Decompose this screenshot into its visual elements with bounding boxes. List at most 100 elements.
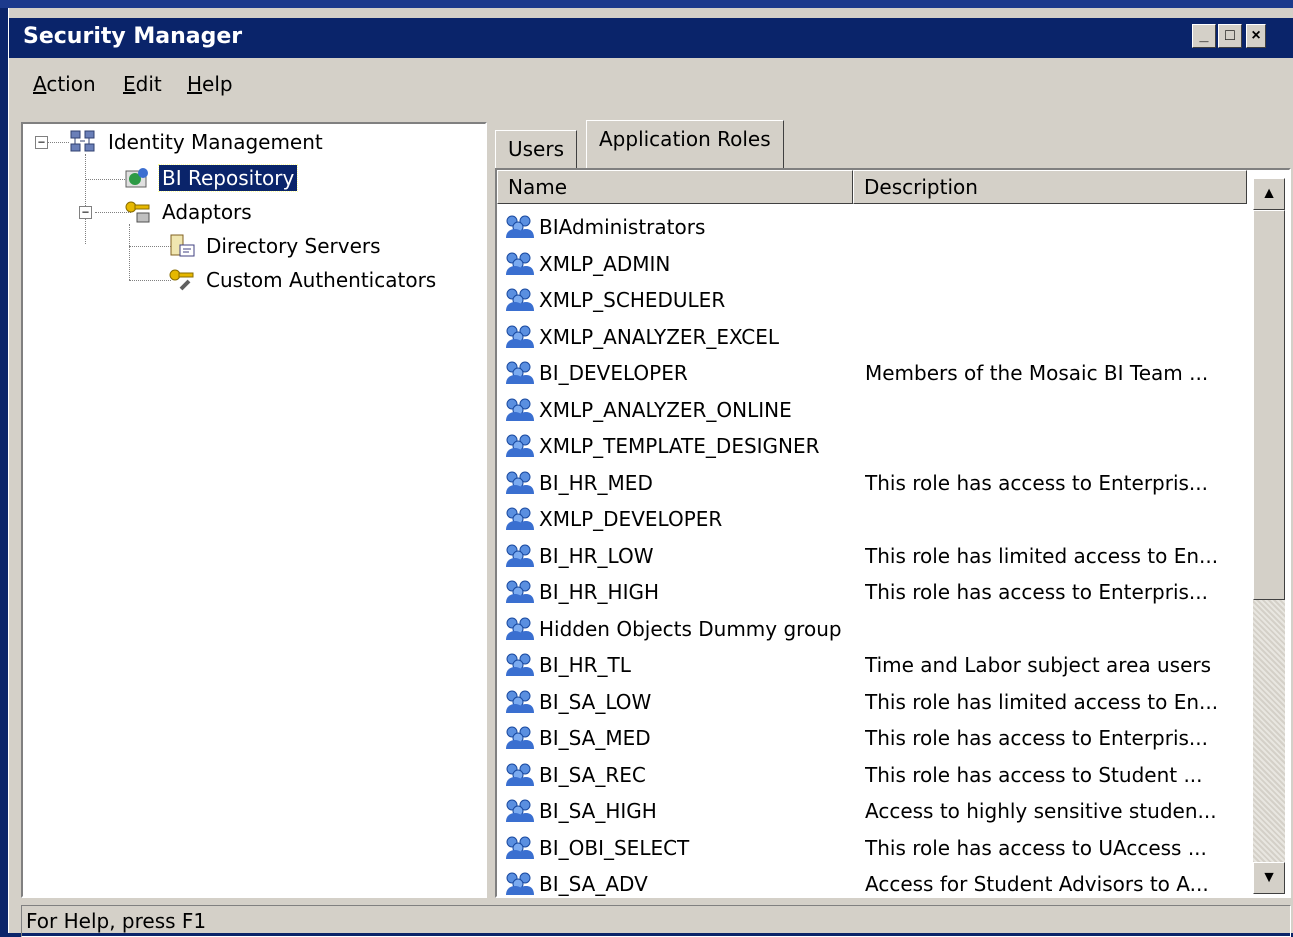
tab-label: Users xyxy=(508,137,565,161)
menu-edit-mnemonic: E xyxy=(123,72,136,96)
menu-bar: Action Edit Help xyxy=(9,60,1293,100)
tree-connector xyxy=(85,154,86,244)
application-role-icon xyxy=(503,505,535,536)
application-role-icon xyxy=(503,761,535,792)
close-icon: × xyxy=(1251,27,1261,44)
role-description: Time and Labor subject area users xyxy=(865,653,1212,677)
list-item[interactable]: BIAdministrators xyxy=(497,208,1249,244)
list-item[interactable]: BI_SA_ADV Access for Student Advisors to … xyxy=(497,865,1249,896)
role-name: BI_HR_LOW xyxy=(539,543,654,568)
role-name: BI_SA_HIGH xyxy=(539,799,657,823)
vertical-scrollbar[interactable]: ▲ ▼ xyxy=(1253,178,1285,894)
role-description: This role has limited access to En... xyxy=(865,543,1219,568)
title-bar[interactable]: Security Manager _ □ × xyxy=(9,18,1293,58)
tree-collapse-toggle-adaptors[interactable]: − xyxy=(79,206,92,219)
application-roles-list[interactable]: Name Description BIAdministrators XMLP_AD… xyxy=(495,168,1291,898)
role-description: This role has access to Student ... xyxy=(865,762,1203,787)
tree-node-directory-servers[interactable]: Directory Servers xyxy=(167,230,384,262)
tree-node-adaptors[interactable]: Adaptors xyxy=(123,196,255,228)
application-role-icon xyxy=(503,250,535,281)
application-role-icon xyxy=(503,724,535,755)
arrow-down-icon: ▼ xyxy=(1261,869,1277,886)
role-name: XMLP_SCHEDULER xyxy=(539,288,726,312)
list-item[interactable]: XMLP_DEVELOPER xyxy=(497,500,1249,536)
list-item[interactable]: XMLP_ADMIN xyxy=(497,245,1249,281)
application-role-icon xyxy=(503,432,535,463)
directory-server-icon xyxy=(167,233,197,259)
tree-collapse-toggle-identity[interactable]: − xyxy=(35,136,48,149)
menu-help-label: elp xyxy=(202,72,233,96)
application-role-icon xyxy=(503,797,535,828)
list-item[interactable]: XMLP_TEMPLATE_DESIGNER xyxy=(497,427,1249,463)
list-item[interactable]: BI_HR_HIGH This role has access to Enterp… xyxy=(497,573,1249,609)
close-button[interactable]: × xyxy=(1246,24,1266,48)
application-role-icon xyxy=(503,615,535,646)
role-description: This role has access to Enterpris... xyxy=(865,580,1209,604)
tree-node-custom-authenticators[interactable]: Custom Authenticators xyxy=(167,264,439,296)
menu-action-mnemonic: A xyxy=(33,72,47,96)
tree-connector xyxy=(129,224,130,280)
column-header-label: Description xyxy=(864,175,978,199)
tree-node-label: Custom Authenticators xyxy=(206,268,437,292)
tab-application-roles[interactable]: Application Roles xyxy=(586,120,784,170)
tab-users[interactable]: Users xyxy=(495,130,578,170)
tree-node-bi-repository[interactable]: BI Repository xyxy=(123,162,299,194)
scroll-down-button[interactable]: ▼ xyxy=(1253,862,1285,894)
key-wrench-icon xyxy=(167,267,197,293)
role-name: BI_SA_REC xyxy=(539,762,646,787)
role-name: BI_OBI_SELECT xyxy=(539,835,690,860)
column-header-name[interactable]: Name xyxy=(497,170,853,204)
list-item[interactable]: XMLP_ANALYZER_EXCEL xyxy=(497,318,1249,354)
application-role-icon xyxy=(503,213,535,244)
menu-help-mnemonic: H xyxy=(187,72,203,96)
application-role-icon xyxy=(503,870,535,896)
application-role-icon xyxy=(503,359,535,390)
menu-action-label: ction xyxy=(46,72,96,96)
role-description: This role has access to Enterpris... xyxy=(865,726,1209,750)
tree-node-label: Adaptors xyxy=(162,200,252,224)
list-item[interactable]: BI_SA_LOW This role has limited access to… xyxy=(497,683,1249,719)
role-name: XMLP_ADMIN xyxy=(539,251,671,276)
role-name: BI_SA_ADV xyxy=(539,872,648,896)
status-bar: For Help, press F1 xyxy=(21,905,1291,937)
role-name: BI_HR_TL xyxy=(539,653,631,677)
tree-node-identity-management[interactable]: Identity Management xyxy=(69,126,326,158)
list-item[interactable]: Hidden Objects Dummy group xyxy=(497,610,1249,646)
role-name: BI_SA_MED xyxy=(539,726,651,750)
scroll-up-button[interactable]: ▲ xyxy=(1253,178,1285,210)
list-item[interactable]: BI_OBI_SELECT This role has access to UAc… xyxy=(497,829,1249,865)
minimize-button[interactable]: _ xyxy=(1192,24,1216,48)
list-item[interactable]: BI_DEVELOPER Members of the Mosaic BI Tea… xyxy=(497,354,1249,390)
network-computers-icon xyxy=(69,129,99,155)
menu-edit[interactable]: Edit xyxy=(123,72,162,96)
list-item[interactable]: BI_SA_REC This role has access to Student… xyxy=(497,756,1249,792)
application-role-icon xyxy=(503,688,535,719)
role-description: Access for Student Advisors to A... xyxy=(865,872,1209,896)
application-role-icon xyxy=(503,834,535,865)
scroll-thumb[interactable] xyxy=(1253,210,1285,600)
role-name: XMLP_ANALYZER_ONLINE xyxy=(539,397,792,422)
list-item[interactable]: BI_HR_MED This role has access to Enterpr… xyxy=(497,464,1249,500)
list-item[interactable]: XMLP_SCHEDULER xyxy=(497,281,1249,317)
role-name: XMLP_TEMPLATE_DESIGNER xyxy=(539,434,820,458)
tree-expander-symbol: − xyxy=(81,205,90,219)
role-name: XMLP_DEVELOPER xyxy=(539,507,723,531)
tree-view[interactable]: − Identity Management BI Repository − Ad… xyxy=(21,122,487,898)
menu-action[interactable]: Action xyxy=(33,72,96,96)
list-item[interactable]: BI_SA_HIGH Access to highly sensitive stu… xyxy=(497,792,1249,828)
role-description: Members of the Mosaic BI Team ... xyxy=(865,361,1209,385)
tree-connector xyxy=(129,280,171,281)
keys-computer-icon xyxy=(123,199,153,225)
column-header-description[interactable]: Description xyxy=(853,170,1247,204)
application-role-icon xyxy=(503,396,535,427)
role-name: BI_DEVELOPER xyxy=(539,361,688,385)
menu-help[interactable]: Help xyxy=(187,72,233,96)
list-item[interactable]: XMLP_ANALYZER_ONLINE xyxy=(497,391,1249,427)
application-role-icon xyxy=(503,578,535,609)
list-item[interactable]: BI_HR_LOW This role has limited access to… xyxy=(497,537,1249,573)
maximize-button[interactable]: □ xyxy=(1218,24,1242,48)
list-item[interactable]: BI_HR_TL Time and Labor subject area user… xyxy=(497,646,1249,682)
application-role-icon xyxy=(503,542,535,573)
list-item[interactable]: BI_SA_MED This role has access to Enterpr… xyxy=(497,719,1249,755)
role-description: This role has limited access to En... xyxy=(865,689,1219,714)
